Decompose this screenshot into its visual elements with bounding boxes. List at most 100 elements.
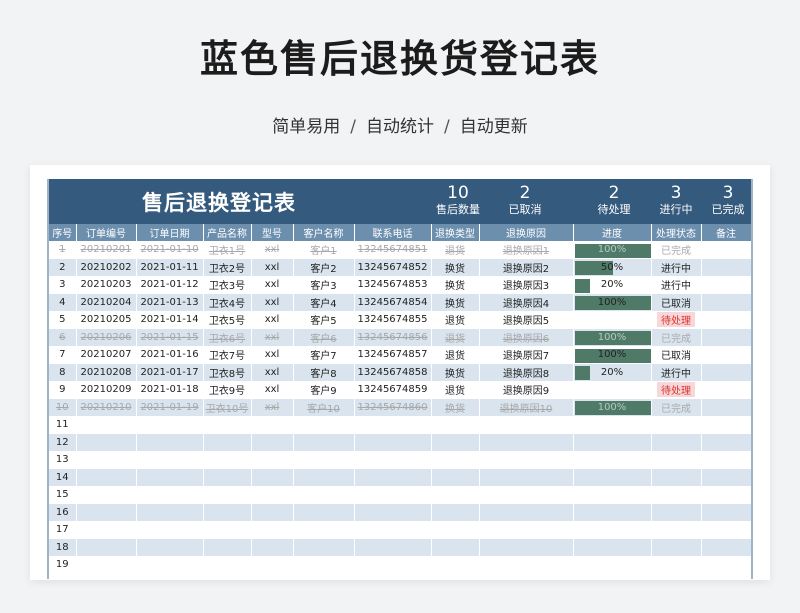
cell-reason[interactable]: [479, 416, 574, 434]
column-header[interactable]: 退换类型: [431, 224, 480, 242]
cell-phone[interactable]: [354, 486, 432, 504]
table-row[interactable]: 13: [49, 451, 751, 469]
cell-status[interactable]: [651, 433, 702, 452]
table-row[interactable]: 11: [49, 416, 751, 434]
cell-progress[interactable]: [573, 381, 652, 399]
cell-status[interactable]: [651, 503, 702, 522]
cell-model[interactable]: xxl: [251, 293, 294, 312]
cell-product[interactable]: [203, 433, 252, 452]
cell-model[interactable]: [251, 416, 294, 434]
cell-product[interactable]: 卫衣5号: [203, 311, 252, 329]
cell-status[interactable]: [651, 486, 702, 504]
cell-progress[interactable]: [573, 556, 652, 574]
cell-no[interactable]: 15: [49, 486, 77, 504]
cell-note[interactable]: [701, 521, 751, 539]
cell-date[interactable]: 2021-01-13: [136, 293, 204, 312]
cell-product[interactable]: [203, 556, 252, 574]
cell-type[interactable]: 换货: [431, 363, 480, 382]
cell-model[interactable]: xxl: [251, 381, 294, 399]
cell-product[interactable]: [203, 521, 252, 539]
cell-progress[interactable]: [573, 538, 652, 557]
cell-customer[interactable]: [293, 556, 355, 574]
cell-status[interactable]: 已取消: [651, 293, 702, 312]
table-row[interactable]: 6 20210206 2021-01-15 卫衣6号 xxl 客户6 13245674856…: [49, 328, 751, 347]
cell-order[interactable]: 20210204: [76, 293, 137, 312]
cell-phone[interactable]: [354, 468, 432, 487]
cell-product[interactable]: 卫衣2号: [203, 258, 252, 277]
cell-product[interactable]: [203, 503, 252, 522]
cell-no[interactable]: 1: [49, 241, 77, 259]
cell-type[interactable]: [431, 503, 480, 522]
cell-product[interactable]: 卫衣8号: [203, 363, 252, 382]
cell-date[interactable]: 2021-01-11: [136, 258, 204, 277]
cell-reason[interactable]: 退换原因2: [479, 258, 574, 277]
table-row[interactable]: 10 20210210 2021-01-19 卫衣10号 xxl 客户10 13245674…: [49, 398, 751, 417]
column-header[interactable]: 订单日期: [136, 224, 204, 242]
cell-note[interactable]: [701, 328, 751, 347]
table-row[interactable]: 2 20210202 2021-01-11 卫衣2号 xxl 客户2 13245674852…: [49, 258, 751, 277]
cell-note[interactable]: [701, 556, 751, 574]
cell-date[interactable]: 2021-01-10: [136, 241, 204, 259]
cell-status[interactable]: 进行中: [651, 276, 702, 294]
cell-model[interactable]: xxl: [251, 241, 294, 259]
cell-type[interactable]: 退货: [431, 346, 480, 364]
cell-date[interactable]: [136, 468, 204, 487]
cell-phone[interactable]: 13245674855: [354, 311, 432, 329]
cell-customer[interactable]: 客户7: [293, 346, 355, 364]
cell-type[interactable]: 换货: [431, 276, 480, 294]
column-header[interactable]: 订单编号: [76, 224, 137, 242]
cell-date[interactable]: [136, 538, 204, 557]
cell-customer[interactable]: [293, 503, 355, 522]
cell-note[interactable]: [701, 398, 751, 417]
cell-product[interactable]: [203, 538, 252, 557]
cell-model[interactable]: [251, 503, 294, 522]
cell-model[interactable]: xxl: [251, 363, 294, 382]
cell-customer[interactable]: [293, 521, 355, 539]
cell-progress[interactable]: [573, 451, 652, 469]
cell-no[interactable]: 7: [49, 346, 77, 364]
cell-progress[interactable]: 20%: [573, 363, 652, 382]
cell-note[interactable]: [701, 468, 751, 487]
table-row[interactable]: 14: [49, 468, 751, 487]
cell-product[interactable]: 卫衣6号: [203, 328, 252, 347]
cell-status[interactable]: 进行中: [651, 258, 702, 277]
cell-model[interactable]: [251, 486, 294, 504]
cell-customer[interactable]: 客户6: [293, 328, 355, 347]
cell-date[interactable]: [136, 416, 204, 434]
cell-reason[interactable]: 退换原因3: [479, 276, 574, 294]
cell-order[interactable]: [76, 416, 137, 434]
table-row[interactable]: 4 20210204 2021-01-13 卫衣4号 xxl 客户4 13245674854…: [49, 293, 751, 312]
cell-no[interactable]: 2: [49, 258, 77, 277]
cell-order[interactable]: 20210209: [76, 381, 137, 399]
cell-customer[interactable]: [293, 468, 355, 487]
table-row[interactable]: 5 20210205 2021-01-14 卫衣5号 xxl 客户5 13245674855…: [49, 311, 751, 329]
column-header[interactable]: 进度: [573, 224, 652, 242]
cell-progress[interactable]: [573, 486, 652, 504]
cell-customer[interactable]: [293, 433, 355, 452]
cell-phone[interactable]: [354, 503, 432, 522]
cell-product[interactable]: [203, 486, 252, 504]
cell-type[interactable]: 退货: [431, 381, 480, 399]
cell-customer[interactable]: [293, 416, 355, 434]
cell-status[interactable]: 已完成: [651, 398, 702, 417]
cell-order[interactable]: [76, 538, 137, 557]
column-header[interactable]: 联系电话: [354, 224, 432, 242]
cell-date[interactable]: 2021-01-14: [136, 311, 204, 329]
cell-product[interactable]: 卫衣4号: [203, 293, 252, 312]
cell-type[interactable]: 退货: [431, 241, 480, 259]
table-row[interactable]: 9 20210209 2021-01-18 卫衣9号 xxl 客户9 13245674859…: [49, 381, 751, 399]
cell-reason[interactable]: 退换原因6: [479, 328, 574, 347]
cell-progress[interactable]: [573, 433, 652, 452]
cell-reason[interactable]: 退换原因1: [479, 241, 574, 259]
cell-progress[interactable]: 20%: [573, 276, 652, 294]
cell-status[interactable]: [651, 538, 702, 557]
cell-reason[interactable]: [479, 556, 574, 574]
cell-note[interactable]: [701, 346, 751, 364]
table-row[interactable]: 19: [49, 556, 751, 574]
cell-note[interactable]: [701, 538, 751, 557]
cell-order[interactable]: 20210210: [76, 398, 137, 417]
column-header[interactable]: 处理状态: [651, 224, 702, 242]
table-row[interactable]: 7 20210207 2021-01-16 卫衣7号 xxl 客户7 13245674857…: [49, 346, 751, 364]
cell-status[interactable]: 已完成: [651, 328, 702, 347]
cell-model[interactable]: xxl: [251, 346, 294, 364]
